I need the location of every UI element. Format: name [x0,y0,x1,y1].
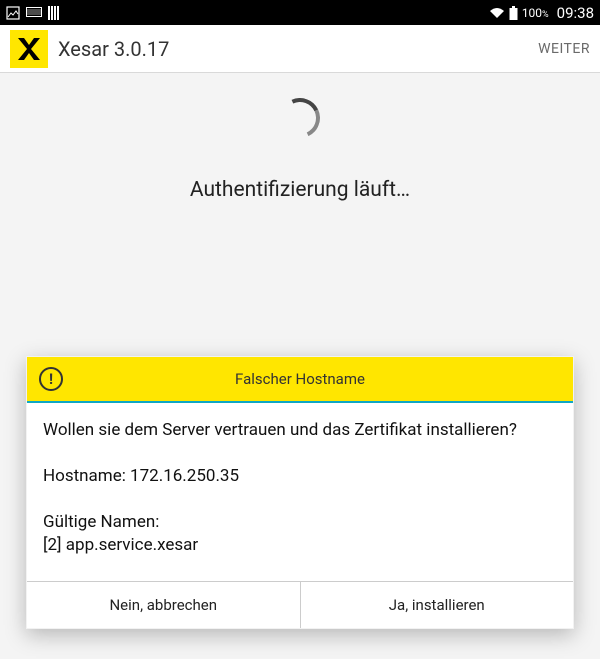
dialog-title: Falscher Hostname [75,370,525,388]
alert-icon: ! [39,367,63,391]
dialog-header: ! Falscher Hostname [27,357,573,403]
hostname-dialog: ! Falscher Hostname Wollen sie dem Serve… [26,356,574,629]
confirm-button[interactable]: Ja, installieren [300,582,574,628]
dialog-overlay: ! Falscher Hostname Wollen sie dem Serve… [0,0,600,659]
cancel-button[interactable]: Nein, abbrechen [27,582,300,628]
dialog-buttons: Nein, abbrechen Ja, installieren [27,582,573,628]
dialog-body: Wollen sie dem Server vertrauen und das … [27,403,573,582]
